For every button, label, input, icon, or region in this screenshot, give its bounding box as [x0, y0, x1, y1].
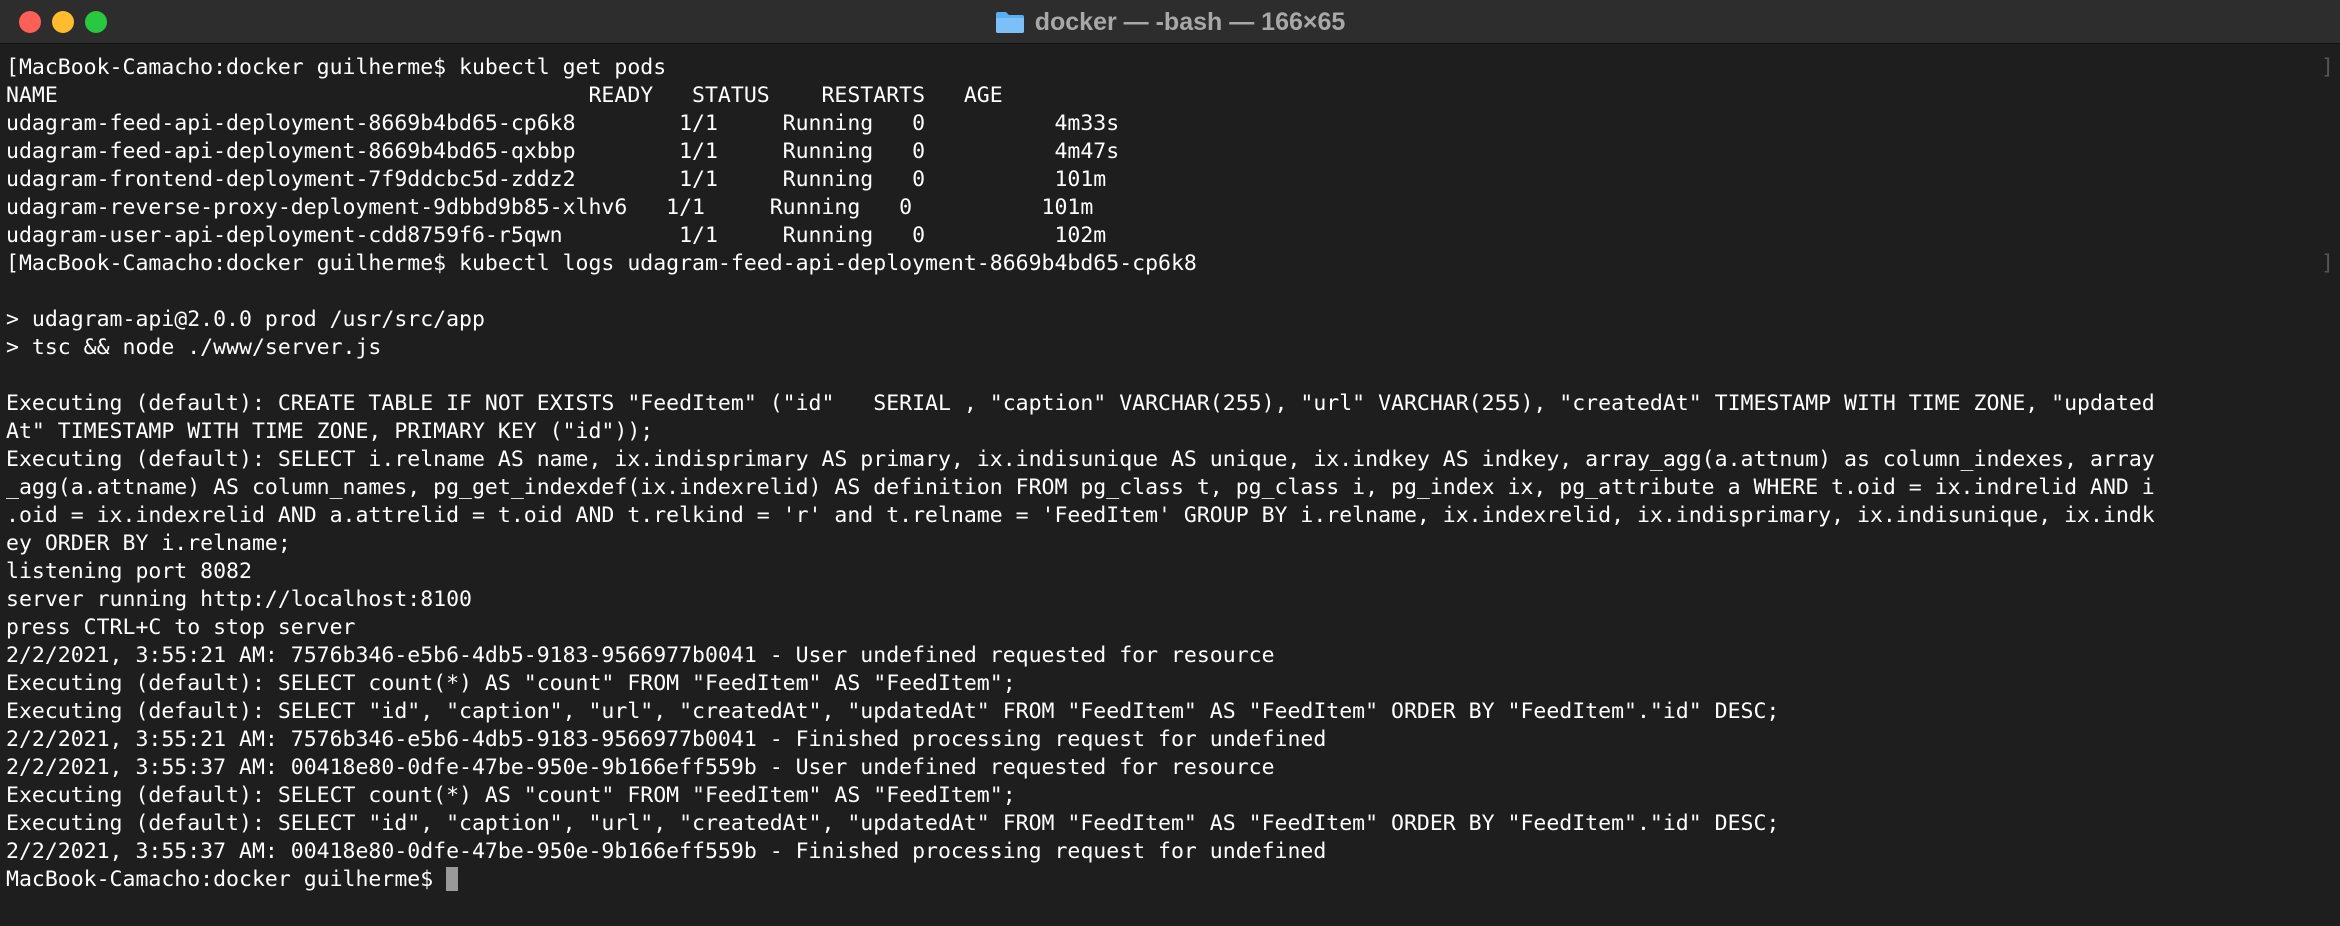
terminal-line: ey ORDER BY i.relname;	[6, 531, 291, 556]
folder-icon	[995, 10, 1025, 34]
terminal-line: udagram-frontend-deployment-7f9ddcbc5d-z…	[6, 167, 1107, 192]
terminal-line: Executing (default): SELECT "id", "capti…	[6, 699, 1780, 724]
terminal-line: [MacBook-Camacho:docker guilherme$ kubec…	[6, 251, 2334, 276]
terminal-line: Executing (default): SELECT count(*) AS …	[6, 783, 1016, 808]
terminal-line: udagram-feed-api-deployment-8669b4bd65-q…	[6, 139, 1120, 164]
text-cursor	[446, 867, 459, 891]
window-title: docker — -bash — 166×65	[1034, 7, 1346, 36]
terminal-line: > tsc && node ./www/server.js	[6, 335, 382, 360]
terminal-line: Executing (default): SELECT count(*) AS …	[6, 671, 1016, 696]
terminal-line: _agg(a.attname) AS column_names, pg_get_…	[6, 475, 2155, 500]
terminal-line: > udagram-api@2.0.0 prod /usr/src/app	[6, 307, 485, 332]
prompt-text: MacBook-Camacho:docker guilherme$	[6, 867, 447, 892]
terminal-line: NAME READY STATUS RESTARTS AGE	[6, 83, 1003, 108]
terminal-line: .oid = ix.indexrelid AND a.attrelid = t.…	[6, 503, 2155, 528]
line-bracket: ]	[2321, 251, 2334, 276]
terminal-window: docker — -bash — 166×65 [MacBook-Camacho…	[0, 0, 2340, 926]
title-bar[interactable]: docker — -bash — 166×65	[0, 0, 2340, 44]
terminal-line: 2/2/2021, 3:55:21 AM: 7576b346-e5b6-4db5…	[6, 643, 1275, 668]
terminal-line: At" TIMESTAMP WITH TIME ZONE, PRIMARY KE…	[6, 419, 654, 444]
terminal-line: Executing (default): CREATE TABLE IF NOT…	[6, 391, 2155, 416]
terminal-line: server running http://localhost:8100	[6, 587, 472, 612]
terminal-line: udagram-reverse-proxy-deployment-9dbbd9b…	[6, 195, 1094, 220]
terminal-line: Executing (default): SELECT "id", "capti…	[6, 811, 1780, 836]
terminal-line: press CTRL+C to stop server	[6, 615, 356, 640]
terminal-line: 2/2/2021, 3:55:37 AM: 00418e80-0dfe-47be…	[6, 755, 1275, 780]
prompt-line[interactable]: MacBook-Camacho:docker guilherme$	[6, 866, 2334, 894]
terminal-line: Executing (default): SELECT i.relname AS…	[6, 447, 2155, 472]
terminal-line: listening port 8082	[6, 559, 252, 584]
line-bracket: ]	[2321, 55, 2334, 80]
terminal-line: udagram-user-api-deployment-cdd8759f6-r5…	[6, 223, 1107, 248]
terminal-line: udagram-feed-api-deployment-8669b4bd65-c…	[6, 111, 1120, 136]
terminal-output[interactable]: [MacBook-Camacho:docker guilherme$ kubec…	[0, 44, 2340, 926]
terminal-line: [MacBook-Camacho:docker guilherme$ kubec…	[6, 55, 2334, 80]
terminal-line: 2/2/2021, 3:55:21 AM: 7576b346-e5b6-4db5…	[6, 727, 1327, 752]
terminal-line: 2/2/2021, 3:55:37 AM: 00418e80-0dfe-47be…	[6, 839, 1327, 864]
window-title-area: docker — -bash — 166×65	[0, 0, 2340, 44]
